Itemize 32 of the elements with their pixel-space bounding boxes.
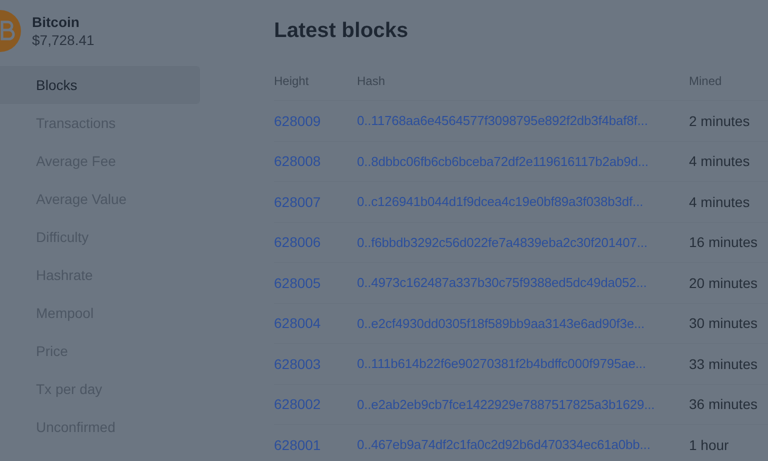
block-hash-link[interactable]: 0..e2ab2eb9cb7fce1422929e7887517825a3b1629... — [357, 396, 655, 412]
block-height-link[interactable]: 628005 — [274, 274, 321, 291]
block-height-link[interactable]: 628002 — [274, 396, 321, 412]
block-hash-link[interactable]: 0..8dbbc06fb6cb6bceba72df2e119616117b2ab9d... — [357, 154, 648, 169]
block-height-link[interactable]: 628006 — [274, 234, 321, 250]
block-hash-link[interactable]: 0..11768aa6e4564577f3098795e892f2db3f4baf8f... — [357, 113, 648, 128]
table-cell-text: 20 minutes — [689, 274, 758, 291]
page-title: Latest blocks — [274, 18, 410, 44]
block-height-link[interactable]: 628004 — [274, 315, 321, 332]
table-cell-text: 2 minutes — [689, 112, 751, 129]
table-cell-text: 1 hour — [689, 436, 730, 453]
block-height-link[interactable]: 628001 — [274, 436, 321, 453]
block-hash-link[interactable]: 0..467eb9a74df2c1fa0c2d92b6d470334ec61a0bb... — [357, 437, 650, 452]
block-hash-link[interactable]: 0..e2cf4930dd0305f18f589bb9aa3143e6ad90f3e... — [357, 316, 645, 331]
coin-icon — [0, 10, 21, 52]
block-hash-link[interactable]: 0..111b614b22f6e90270381f2b4bdffc000f9795ae... — [357, 356, 646, 372]
block-hash-link[interactable]: 0..4973c162487a337b30c75f9388ed5dc49da052... — [357, 275, 647, 290]
table-cell-text: 16 minutes — [689, 234, 758, 250]
block-height-link[interactable]: 628008 — [274, 153, 321, 170]
block-height-link[interactable]: 628003 — [274, 356, 321, 372]
block-height-link[interactable]: 628009 — [274, 112, 321, 129]
table-cell-text: 36 minutes — [689, 396, 758, 412]
asset-price: $7,728.41 — [32, 31, 94, 49]
table-cell-text: 33 minutes — [689, 356, 758, 372]
sidebar-item[interactable]: Blocks — [0, 66, 200, 104]
block-hash-link[interactable]: 0..f6bbdb3292c56d022fe7a4839eba2c30f201407... — [357, 234, 648, 250]
block-height-link[interactable]: 628007 — [274, 194, 321, 210]
asset-name: Bitcoin — [32, 13, 80, 31]
table-cell-text: 30 minutes — [689, 315, 758, 332]
table-cell-text: 4 minutes — [689, 153, 751, 170]
table-cell-text: 4 minutes — [689, 194, 751, 210]
block-hash-link[interactable]: 0..c126941b044d1f9dcea4c19e0bf89a3f038b3df... — [357, 194, 644, 210]
